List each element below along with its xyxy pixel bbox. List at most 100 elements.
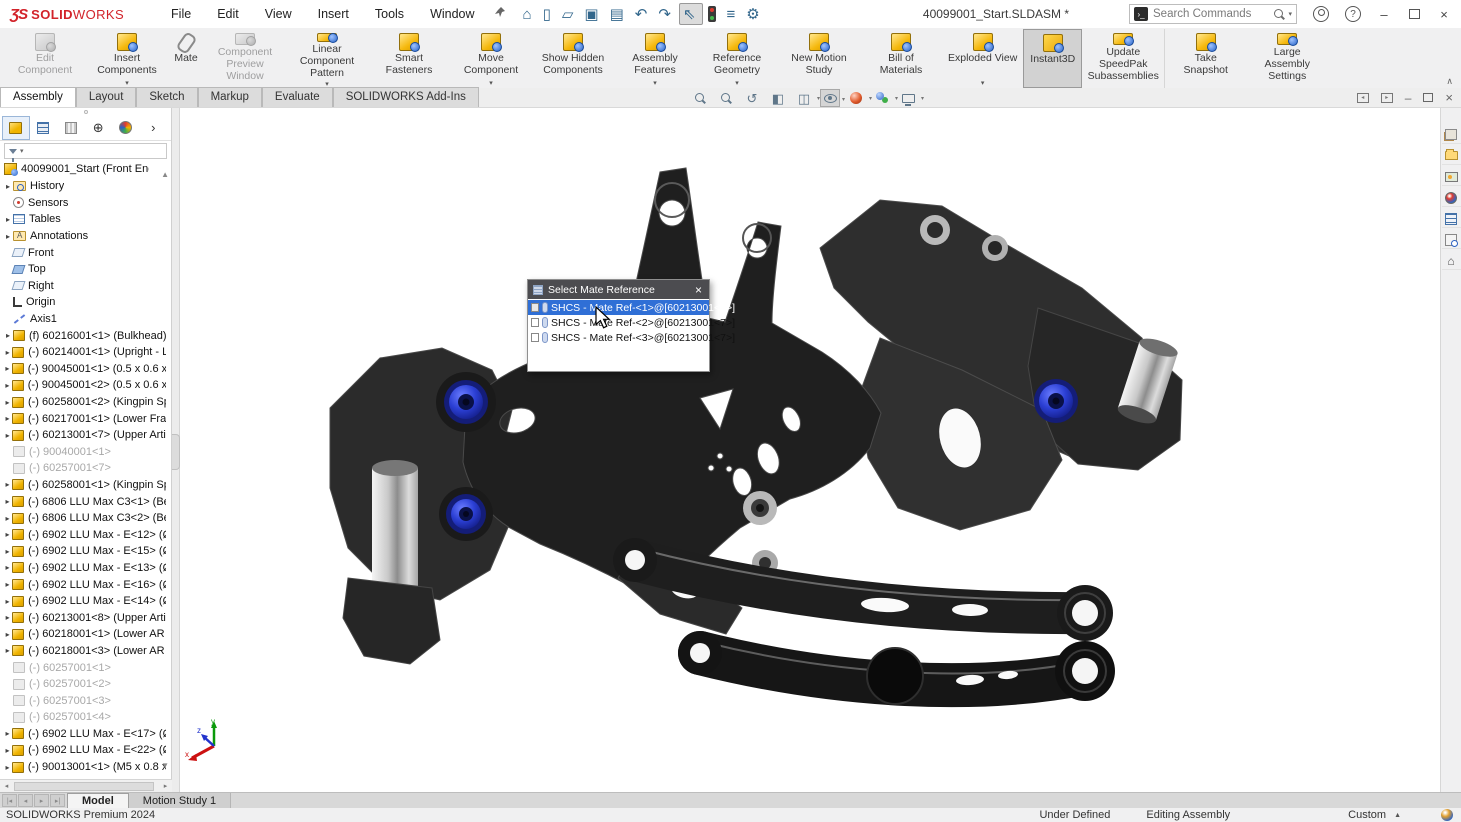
view-tool-dropdown[interactable]: ▾ xyxy=(921,95,924,102)
ribbon-button[interactable]: Exploded View xyxy=(942,29,1023,88)
quick-access-button[interactable]: ⇖ xyxy=(678,3,703,25)
ribbon-dropdown-arrow[interactable] xyxy=(981,79,985,88)
expand-arrow-icon[interactable] xyxy=(3,232,13,241)
tree-item[interactable]: (-) 60218001<1> (Lower AR Ar xyxy=(0,626,166,643)
tree-item[interactable]: (-) 60257001<2> xyxy=(0,676,166,693)
ribbon-dropdown-arrow[interactable] xyxy=(735,79,739,88)
task-pane-button[interactable] xyxy=(1441,189,1461,207)
expand-arrow-icon[interactable] xyxy=(3,646,12,655)
tab-nav-arrow-icon[interactable]: ◂ xyxy=(18,794,33,807)
tree-item[interactable]: (-) 60217001<1> (Lower Frame xyxy=(0,410,166,427)
ribbon-tab[interactable]: Evaluate xyxy=(261,87,333,107)
tab-nav-arrow-icon[interactable]: |◂ xyxy=(2,794,17,807)
tree-item[interactable]: (-) 6902 LLU Max - E<22> (Ø 1 xyxy=(0,742,166,759)
ribbon-button[interactable]: Insert Components xyxy=(86,29,168,88)
view-tool-button[interactable]: ↺ xyxy=(742,89,762,107)
view-tool-button[interactable]: ▾ xyxy=(898,89,924,107)
ribbon-button[interactable]: Smart Fasteners xyxy=(368,29,450,88)
tree-scroll-down-icon[interactable]: ▼ xyxy=(161,761,169,770)
close-button[interactable]: × xyxy=(1437,7,1451,22)
document-tab[interactable]: Motion Study 1 xyxy=(128,793,232,808)
panel-tab[interactable] xyxy=(30,116,58,140)
expand-arrow-icon[interactable] xyxy=(3,398,12,407)
ribbon-tab[interactable]: SOLIDWORKS Add-Ins xyxy=(332,87,479,107)
ribbon-button[interactable]: Instant3D xyxy=(1023,29,1083,88)
select-mate-reference-dialog[interactable]: Select Mate Reference × SHCS - Mate Ref-… xyxy=(527,279,735,372)
tree-item[interactable]: (-) 6902 LLU Max - E<15> (Ø 1 xyxy=(0,543,166,560)
ribbon-tab[interactable]: Sketch xyxy=(136,87,198,107)
user-account-icon[interactable] xyxy=(1313,6,1329,22)
view-tool-button[interactable]: ▾ xyxy=(872,89,898,107)
ribbon-dropdown-arrow[interactable] xyxy=(653,79,657,88)
tree-item[interactable]: (-) 90040001<1> xyxy=(0,444,166,461)
view-tool-button[interactable]: ▾ xyxy=(820,89,845,107)
tree-item[interactable]: (-) 60257001<1> xyxy=(0,659,166,676)
ribbon-button[interactable]: Update SpeedPak Subassemblies xyxy=(1082,29,1164,88)
ribbon-button[interactable]: Take Snapshot xyxy=(1164,29,1246,88)
panel-grip[interactable] xyxy=(0,108,171,115)
tree-item[interactable]: (-) 6902 LLU Max - E<17> (Ø 1 xyxy=(0,726,166,743)
search-dropdown-icon[interactable]: ▾ xyxy=(1288,10,1292,18)
tab-nav-arrow-icon[interactable]: ▸ xyxy=(34,794,49,807)
ribbon-button[interactable]: Component Preview Window xyxy=(204,29,286,88)
ribbon-button[interactable]: Large Assembly Settings xyxy=(1246,29,1328,88)
expand-arrow-icon[interactable] xyxy=(3,563,12,572)
config-dropdown-icon[interactable]: ▲ xyxy=(1394,812,1401,819)
tree-item[interactable]: (-) 60214001<1> (Upright - Lef xyxy=(0,344,166,361)
expand-arrow-icon[interactable] xyxy=(3,530,12,539)
tree-filter-input[interactable]: ▾ xyxy=(4,143,167,162)
task-pane-button[interactable] xyxy=(1441,168,1461,186)
expand-arrow-icon[interactable] xyxy=(3,597,12,606)
menu-item[interactable]: Window xyxy=(417,3,487,25)
minimize-button[interactable]: – xyxy=(1377,7,1391,22)
expand-arrow-icon[interactable] xyxy=(3,364,12,373)
dialog-title-bar[interactable]: Select Mate Reference × xyxy=(528,280,709,299)
tree-root-item[interactable]: 40099001_Start (Front End Sub Asse xyxy=(0,161,171,177)
mate-reference-item[interactable]: SHCS - Mate Ref-<1>@[60213001<7>] xyxy=(528,300,735,315)
ribbon-button[interactable]: Show Hidden Components xyxy=(532,29,614,88)
menu-item[interactable]: Edit xyxy=(204,3,252,25)
expand-arrow-icon[interactable] xyxy=(3,630,12,639)
ribbon-collapse-icon[interactable]: ∧ xyxy=(1446,76,1453,87)
tree-item[interactable]: (-) 60258001<1> (Kingpin Spac xyxy=(0,477,166,494)
tree-item[interactable]: (-) 6902 LLU Max - E<12> (Ø 1 xyxy=(0,526,166,543)
ribbon-button[interactable]: Reference Geometry xyxy=(696,29,778,88)
doc-minimize-icon[interactable]: – xyxy=(1405,91,1412,105)
ribbon-button[interactable]: Edit Component xyxy=(4,29,86,88)
tree-item[interactable]: (-) 90045001<1> (0.5 x 0.6 x 1 E xyxy=(0,361,166,378)
help-icon[interactable]: ? xyxy=(1345,6,1361,22)
doc-restore-icon[interactable] xyxy=(1423,90,1439,102)
ribbon-dropdown-arrow[interactable] xyxy=(489,79,493,88)
tab-nav-arrow-icon[interactable]: ▸| xyxy=(50,794,65,807)
document-tab[interactable]: Model xyxy=(67,793,129,808)
expand-arrow-icon[interactable] xyxy=(3,514,12,523)
task-pane-button[interactable] xyxy=(1441,126,1461,144)
mate-reference-item[interactable]: SHCS - Mate Ref-<3>@[60213001<7>] xyxy=(528,330,735,345)
menu-item[interactable]: View xyxy=(252,3,305,25)
tree-item[interactable]: (-) 60257001<7> xyxy=(0,460,166,477)
tree-item[interactable]: Right xyxy=(0,278,166,295)
ribbon-button[interactable]: Mate xyxy=(168,29,204,88)
expand-arrow-icon[interactable] xyxy=(3,431,12,440)
search-icon[interactable] xyxy=(1273,8,1285,20)
quick-access-button[interactable]: ⌂ xyxy=(520,3,538,25)
view-tool-button[interactable] xyxy=(690,89,710,107)
panel-tab[interactable]: › xyxy=(140,116,168,140)
expand-arrow-icon[interactable] xyxy=(3,547,12,556)
panel-splitter[interactable] xyxy=(172,108,180,792)
ribbon-button[interactable]: Assembly Features xyxy=(614,29,696,88)
ribbon-button[interactable]: New Motion Study xyxy=(778,29,860,88)
tree-item[interactable]: (-) 60258001<2> (Kingpin Spac xyxy=(0,394,166,411)
assembly-3d-model[interactable] xyxy=(180,108,1440,792)
task-pane-button[interactable] xyxy=(1441,147,1461,165)
quick-access-button[interactable]: ⚙ xyxy=(743,3,765,25)
expand-arrow-icon[interactable] xyxy=(3,729,12,738)
view-tool-dropdown[interactable]: ▾ xyxy=(842,96,845,103)
graphics-viewport[interactable]: y x z Select Mate Reference × SHCS - Mat… xyxy=(180,108,1440,792)
view-tool-button[interactable]: ▾ xyxy=(846,89,872,107)
pin-menu-icon[interactable] xyxy=(494,5,506,23)
tree-item[interactable]: Sensors xyxy=(0,195,166,212)
doc-close-icon[interactable]: × xyxy=(1445,90,1453,105)
appearance-sphere-icon[interactable] xyxy=(1441,809,1453,821)
tree-item[interactable]: History xyxy=(0,178,166,195)
